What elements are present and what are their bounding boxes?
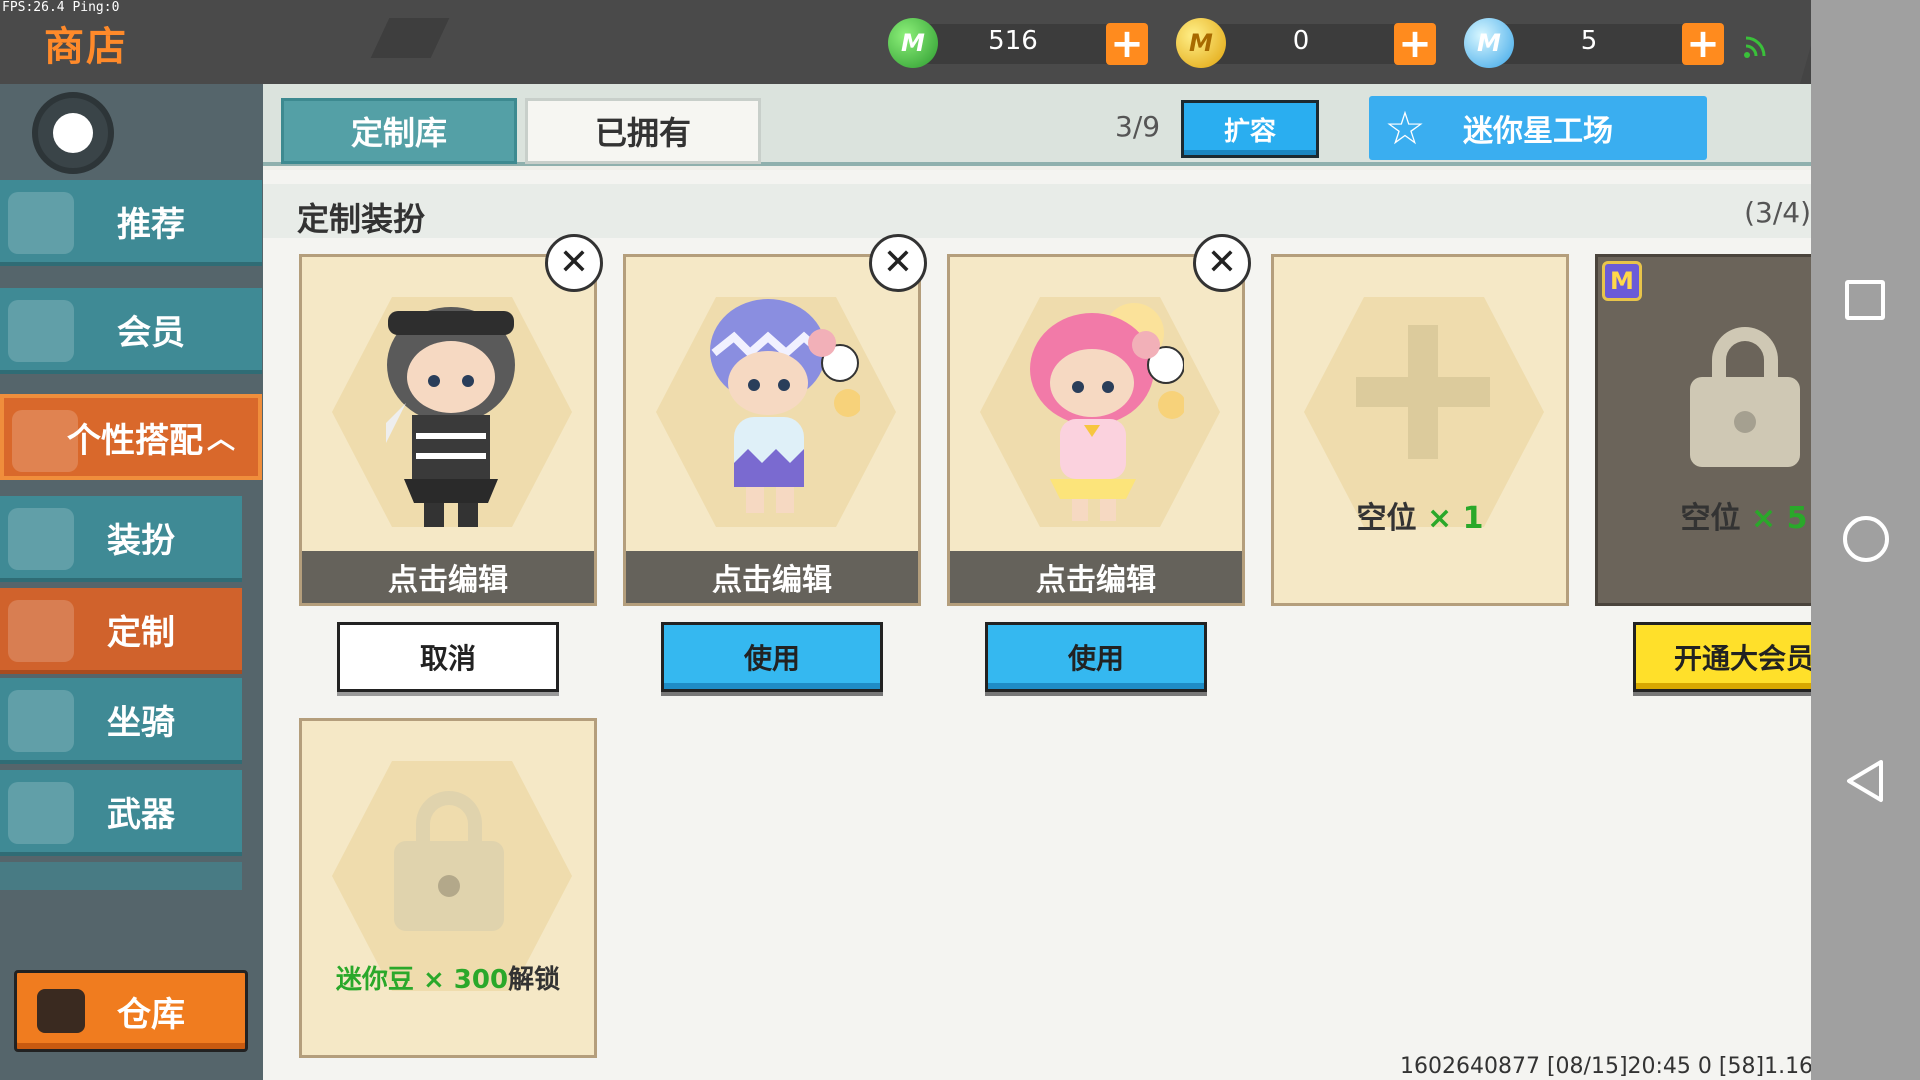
empty-slot-text: 空位 — [1356, 501, 1417, 536]
warehouse-button[interactable]: 仓库 — [14, 970, 248, 1052]
recent-apps-icon[interactable] — [1845, 280, 1885, 320]
add-mini-coin-button[interactable]: + — [1394, 23, 1436, 65]
shirt-icon — [8, 508, 74, 570]
mount-icon — [8, 690, 74, 752]
cancel-button[interactable]: 取消 — [337, 622, 559, 692]
empty-slot-card[interactable]: 空位 × 1 — [1271, 254, 1569, 606]
remove-outfit-1-button[interactable]: ✕ — [545, 234, 603, 292]
avatar[interactable] — [32, 92, 114, 174]
sidebar-item-weapon[interactable]: 武器 — [0, 770, 242, 856]
edit-label: 点击编辑 — [950, 551, 1242, 603]
unlock-cost-label: 迷你豆 × 300解锁 — [302, 959, 594, 996]
sidebar-item-mount[interactable]: 坐骑 — [0, 678, 242, 764]
warehouse-label: 仓库 — [117, 994, 185, 1035]
chevron-up-icon: ︿ — [206, 422, 235, 455]
sidebar-item-personal-style[interactable]: 个性搭配 ︿ — [0, 394, 262, 480]
page-title: 商店 — [44, 24, 128, 70]
expand-capacity-button[interactable]: 扩容 — [1181, 100, 1319, 158]
sidebar-item-vip[interactable]: 会员 — [0, 288, 262, 374]
main-content: 定制装扮 (3/4) 点击编辑 ✕ 取消 点击编辑 ✕ 使用 点击编辑 ✕ 使用… — [263, 170, 1893, 1080]
outfit-card-1[interactable]: 点击编辑 — [299, 254, 597, 606]
thumbs-up-icon — [8, 192, 74, 254]
vip-badge-icon: M — [1602, 261, 1642, 301]
star-coin-icon: M — [1464, 18, 1514, 68]
outfit-card-3[interactable]: 点击编辑 — [947, 254, 1245, 606]
edit-label: 点击编辑 — [302, 551, 594, 603]
star-icon: ☆ — [1384, 101, 1426, 155]
mini-bean-value: 516 — [988, 26, 1038, 56]
system-nav-bar — [1811, 0, 1920, 1080]
top-bar: FPS:26.4 Ping:0 商店 M 516 + M 0 + M 5 + ✕ — [0, 0, 1920, 84]
add-star-coin-button[interactable]: + — [1682, 23, 1724, 65]
use-button[interactable]: 使用 — [985, 622, 1207, 692]
tab-custom-library[interactable]: 定制库 — [281, 98, 517, 164]
back-icon[interactable] — [1841, 756, 1891, 806]
vip-slot-text: 空位 — [1680, 501, 1741, 536]
section-count: (3/4) — [1744, 196, 1811, 229]
vip-slot-count: × 5 — [1750, 501, 1808, 536]
section-header: 定制装扮 (3/4) — [263, 184, 1811, 238]
gun-icon — [8, 782, 74, 844]
outfit-card-2[interactable]: 点击编辑 — [623, 254, 921, 606]
build-info: 1602640877 [08/15]20:45 0 [58]1.16.2 — [1400, 1054, 1835, 1079]
sidebar-item-recommend[interactable]: 推荐 — [0, 180, 262, 266]
empty-slot-count: × 1 — [1426, 501, 1484, 536]
capacity-count: 3/9 — [1115, 110, 1161, 143]
pencil-icon — [8, 600, 74, 662]
tab-owned[interactable]: 已拥有 — [525, 98, 761, 164]
star-coin-value: 5 — [1580, 26, 1598, 56]
mini-bean-icon: M — [888, 18, 938, 68]
sidebar-item-label: 推荐 — [117, 204, 185, 245]
sidebar-item-label: 定制 — [107, 612, 175, 653]
lock-icon — [394, 791, 504, 931]
mini-star-studio-button[interactable]: ☆ 迷你星工场 — [1369, 96, 1707, 160]
signal-icon — [1744, 36, 1766, 58]
sidebar-item-customize[interactable]: 定制 — [0, 588, 242, 674]
lock-icon — [1690, 327, 1800, 467]
decorative-stripe — [370, 18, 450, 58]
fps-readout: FPS:26.4 Ping:0 — [2, 0, 120, 15]
mini-coin-value: 0 — [1292, 26, 1310, 56]
sidebar-item-outfit[interactable]: 装扮 — [0, 496, 242, 582]
tab-bar: 定制库 已拥有 3/9 扩容 ☆ 迷你星工场 — [263, 84, 1811, 166]
add-mini-bean-button[interactable]: + — [1106, 23, 1148, 65]
plus-icon — [1356, 325, 1490, 459]
unlock-suffix: 解锁 — [508, 965, 561, 995]
character-figure — [1030, 303, 1184, 521]
unlock-cost: 迷你豆 × 300 — [335, 965, 509, 995]
chest-icon — [37, 989, 85, 1033]
section-title: 定制装扮 — [297, 200, 426, 238]
remove-outfit-3-button[interactable]: ✕ — [1193, 234, 1251, 292]
sidebar: 推荐 会员 个性搭配 ︿ 装扮 定制 坐骑 武器 仓库 — [0, 84, 263, 1080]
remove-outfit-2-button[interactable]: ✕ — [869, 234, 927, 292]
studio-label: 迷你星工场 — [1463, 114, 1613, 149]
character-figure — [710, 299, 860, 513]
sidebar-item-label: 会员 — [117, 312, 185, 353]
sidebar-scroll-peek — [0, 862, 242, 890]
mini-coin-icon: M — [1176, 18, 1226, 68]
edit-label: 点击编辑 — [626, 551, 918, 603]
character-figure — [386, 307, 515, 527]
use-button[interactable]: 使用 — [661, 622, 883, 692]
empty-slot-label: 空位 × 1 — [1274, 493, 1566, 537]
sidebar-item-label: 武器 — [107, 794, 175, 835]
vip-icon — [8, 300, 74, 362]
sidebar-item-label: 个性搭配 — [66, 420, 203, 461]
sidebar-item-label: 坐骑 — [107, 702, 175, 743]
home-icon[interactable] — [1843, 516, 1889, 562]
sidebar-item-label: 装扮 — [107, 520, 175, 561]
locked-slot-card[interactable]: 迷你豆 × 300解锁 — [299, 718, 597, 1058]
